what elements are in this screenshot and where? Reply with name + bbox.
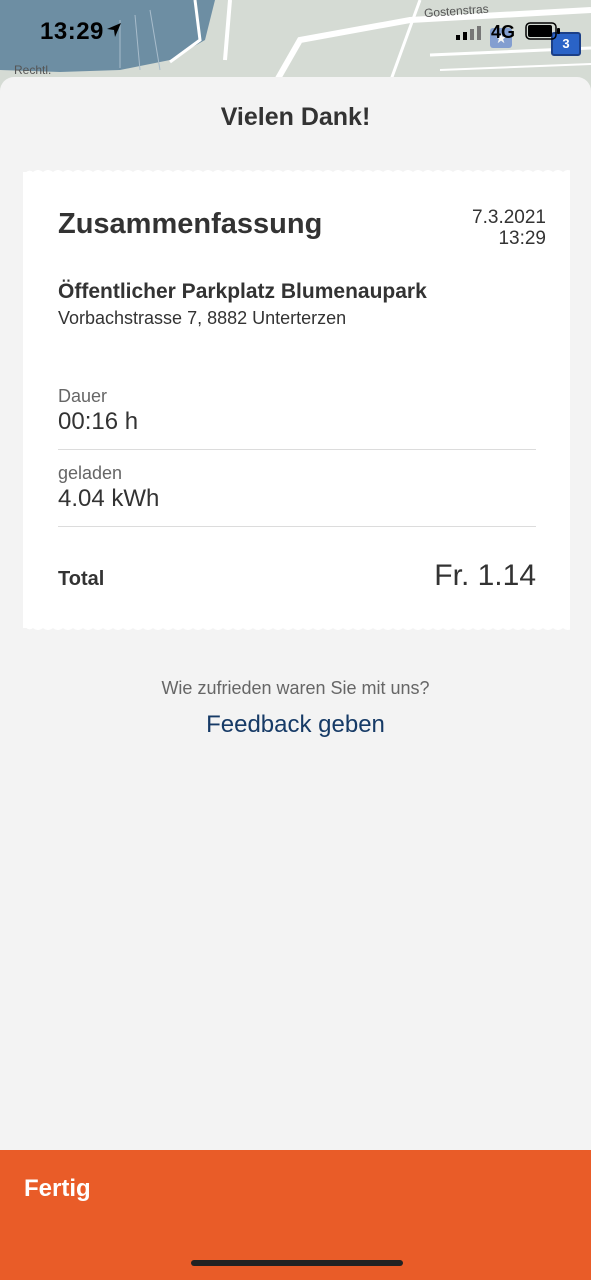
feedback-link[interactable]: Feedback geben: [0, 711, 591, 739]
divider: [58, 526, 536, 527]
receipt-time: 13:29: [498, 228, 546, 249]
receipt-title: Zusammenfassung: [58, 208, 323, 240]
receipt-date: 7.3.2021: [472, 207, 546, 228]
status-bar: 13:29 4G: [0, 0, 591, 70]
charged-value: 4.04 kWh: [58, 485, 160, 512]
home-indicator: [191, 1260, 403, 1266]
divider: [58, 449, 536, 450]
page-title: Vielen Dank!: [220, 103, 371, 131]
network-type: 4G: [491, 22, 516, 42]
total-label: Total: [58, 568, 105, 590]
duration-label: Dauer: [58, 386, 108, 406]
charged-label: geladen: [58, 463, 123, 483]
receipt-datetime: 7.3.2021 13:29: [472, 207, 546, 249]
battery-icon: [525, 22, 560, 40]
receipt-edge: [23, 170, 570, 176]
done-button[interactable]: Fertig: [24, 1175, 91, 1203]
duration-value: 00:16 h: [58, 408, 139, 435]
station-address: Vorbachstrasse 7, 8882 Unterterzen: [58, 308, 347, 328]
footer-bar: Fertig: [0, 1150, 591, 1280]
status-time: 13:29: [40, 18, 104, 45]
signal-icon: [456, 26, 481, 40]
receipt-edge: [23, 624, 570, 630]
receipt-card: Zusammenfassung 7.3.2021 13:29 Öffentlic…: [23, 170, 570, 630]
feedback-question: Wie zufrieden waren Sie mit uns?: [161, 678, 430, 698]
total-value: Fr. 1.14: [434, 559, 536, 592]
location-arrow-icon: [107, 23, 121, 37]
station-name: Öffentlicher Parkplatz Blumenaupark: [58, 280, 427, 303]
summary-sheet: Vielen Dank! Zusammenfassung 7.3.2021 13…: [0, 77, 591, 1280]
